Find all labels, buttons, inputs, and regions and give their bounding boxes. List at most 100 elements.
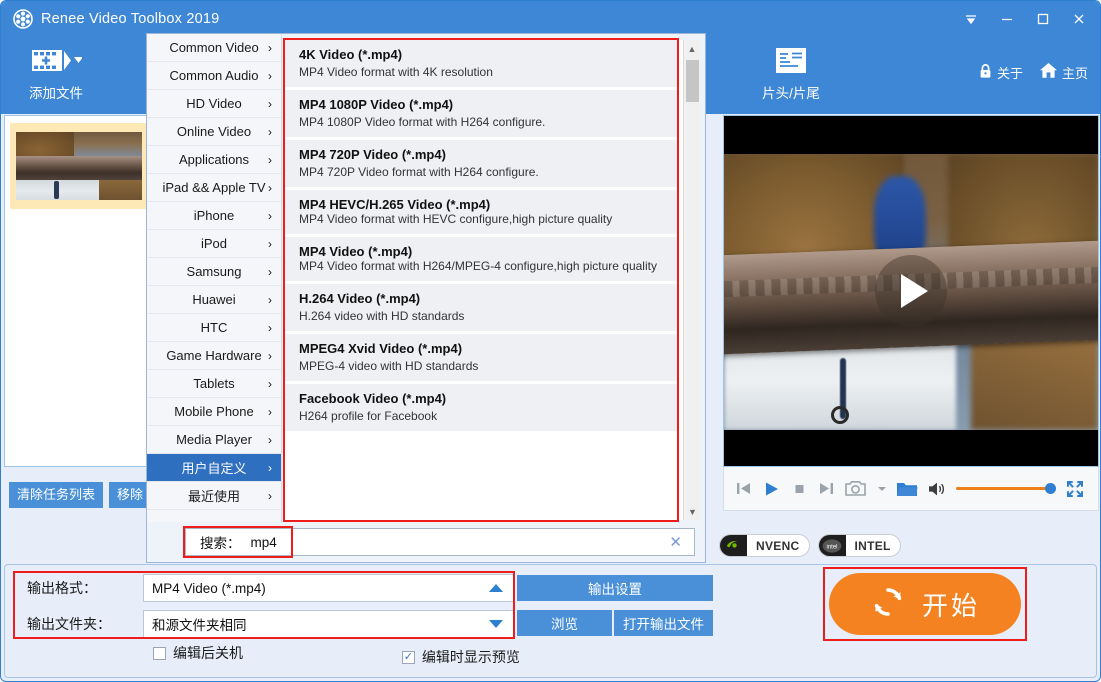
clear-search-icon[interactable]: ✕ [669, 533, 694, 551]
chevron-down-icon[interactable] [489, 620, 503, 628]
category-item[interactable]: Mobile Phone › [147, 398, 281, 426]
output-fields: 输出格式： MP4 Video (*.mp4) 输出文件夹： 和源文件夹相同 [15, 573, 515, 645]
category-item[interactable]: iPhone › [147, 202, 281, 230]
format-item-desc: MP4 1080P Video format with H264 configu… [299, 115, 546, 129]
task-file-list[interactable] [4, 115, 154, 467]
category-item[interactable]: HD Video › [147, 90, 281, 118]
open-output-button[interactable]: 打开输出文件 [614, 610, 713, 636]
category-label: HD Video [186, 96, 242, 111]
chevron-right-icon: › [268, 376, 272, 391]
category-item[interactable]: Game Hardware › [147, 342, 281, 370]
start-button[interactable]: 开始 [829, 573, 1021, 635]
previous-icon[interactable] [734, 479, 753, 498]
format-item[interactable]: 4K Video (*.mp4) MP4 Video format with 4K… [285, 40, 677, 87]
format-item-title: Facebook Video (*.mp4) [299, 391, 447, 406]
checkbox-box[interactable] [153, 646, 166, 660]
scroll-down-icon[interactable]: ▼ [684, 503, 700, 520]
play-icon[interactable] [762, 479, 782, 499]
next-icon[interactable] [817, 479, 836, 498]
output-settings-button[interactable]: 输出设置 [517, 575, 713, 601]
category-item[interactable]: Samsung › [147, 258, 281, 286]
format-item[interactable]: MPEG4 Xvid Video (*.mp4) MPEG-4 video wit… [285, 334, 677, 381]
format-item[interactable]: MP4 HEVC/H.265 Video (*.mp4) MP4 Video fo… [285, 190, 677, 234]
category-item[interactable]: Media Player › [147, 426, 281, 454]
video-preview[interactable] [723, 115, 1099, 467]
play-overlay-button[interactable] [875, 255, 947, 327]
add-files-button[interactable]: 添加文件 [1, 42, 111, 102]
chevron-up-icon[interactable] [489, 584, 503, 592]
chevron-right-icon: › [268, 68, 272, 83]
format-dropdown[interactable]: Common Video › Common Audio › HD Video › Onlin… [146, 33, 706, 563]
format-item[interactable]: Facebook Video (*.mp4) H264 profile for F… [285, 384, 677, 431]
format-search-bar[interactable]: 搜索： mp4 ✕ [185, 528, 695, 556]
intel-badge[interactable]: intel INTEL [817, 534, 901, 557]
volume-slider[interactable] [956, 483, 1056, 495]
shutdown-after-checkbox[interactable]: 编辑后关机 [153, 643, 243, 663]
category-item[interactable]: Applications › [147, 146, 281, 174]
volume-track [956, 487, 1056, 490]
lock-icon [978, 63, 993, 82]
snapshot-icon[interactable] [845, 479, 868, 498]
output-format-select[interactable]: MP4 Video (*.mp4) [143, 574, 515, 602]
chevron-right-icon: › [268, 264, 272, 279]
menu-down-button[interactable] [954, 2, 988, 36]
format-item-title: MP4 1080P Video (*.mp4) [299, 97, 454, 112]
list-item[interactable] [10, 123, 148, 209]
task-list-actions: 清除任务列表 移除 [9, 482, 152, 508]
category-item[interactable]: 最近使用 › [147, 482, 281, 510]
format-list[interactable]: 4K Video (*.mp4) MP4 Video format with 4K… [285, 40, 677, 520]
category-item[interactable]: 用户自定义 › [147, 454, 281, 482]
category-item[interactable]: Huawei › [147, 286, 281, 314]
category-item[interactable]: Common Audio › [147, 62, 281, 90]
title-bar: Renee Video Toolbox 2019 [1, 1, 1100, 36]
format-item-title: MPEG4 Xvid Video (*.mp4) [299, 341, 463, 356]
category-item[interactable]: iPod › [147, 230, 281, 258]
volume-icon[interactable] [927, 480, 947, 498]
browse-button[interactable]: 浏览 [517, 610, 612, 636]
clear-task-list-button[interactable]: 清除任务列表 [9, 482, 104, 508]
about-link[interactable]: 关于 [978, 63, 1023, 82]
video-thumbnail [16, 132, 142, 200]
chevron-right-icon: › [268, 348, 272, 363]
checkbox-box[interactable] [401, 650, 415, 664]
home-link[interactable]: 主页 [1039, 62, 1088, 82]
format-list-panel[interactable]: 4K Video (*.mp4) MP4 Video format with 4K… [285, 40, 700, 520]
fullscreen-icon[interactable] [1065, 479, 1085, 499]
output-folder-row: 输出文件夹： 和源文件夹相同 [15, 609, 515, 639]
output-format-label: 输出格式： [27, 580, 97, 596]
nvenc-badge[interactable]: NVENC [719, 534, 810, 557]
category-item[interactable]: Online Video › [147, 118, 281, 146]
open-folder-icon[interactable] [896, 480, 918, 498]
category-item[interactable]: HTC › [147, 314, 281, 342]
snapshot-dropdown-icon[interactable] [877, 484, 887, 494]
category-item[interactable]: Common Video › [147, 34, 281, 62]
output-action-buttons: 输出设置 浏览 打开输出文件 [517, 575, 713, 636]
stop-icon[interactable] [791, 480, 808, 497]
remove-task-button[interactable]: 移除 [109, 482, 152, 508]
show-preview-checkbox[interactable]: 编辑时显示预览 [401, 647, 520, 667]
format-item[interactable]: MP4 1080P Video (*.mp4) MP4 1080P Video f… [285, 90, 677, 137]
format-item[interactable]: MP4 Video (*.mp4) MP4 Video format with H… [285, 237, 677, 281]
volume-knob[interactable] [1045, 483, 1056, 494]
scroll-up-icon[interactable]: ▲ [684, 40, 700, 57]
format-category-menu[interactable]: Common Video › Common Audio › HD Video › Onlin… [147, 34, 282, 522]
intro-outro-button[interactable]: 片头/片尾 [736, 42, 846, 102]
category-item[interactable]: Tablets › [147, 370, 281, 398]
chevron-right-icon: › [268, 96, 272, 111]
category-item[interactable]: iPad && Apple TV › [147, 174, 281, 202]
format-list-scrollbar[interactable]: ▲ ▼ [683, 40, 700, 520]
format-item[interactable]: H.264 Video (*.mp4) H.264 video with HD s… [285, 284, 677, 331]
player-controls [723, 467, 1099, 511]
chevron-right-icon: › [268, 236, 272, 251]
close-button[interactable] [1062, 2, 1096, 36]
category-label: Game Hardware [166, 348, 262, 363]
shutdown-after-label: 编辑后关机 [173, 645, 243, 661]
output-folder-value: 和源文件夹相同 [152, 618, 247, 633]
format-item[interactable]: MP4 720P Video (*.mp4) MP4 720P Video for… [285, 140, 677, 187]
home-icon [1039, 62, 1058, 82]
search-input[interactable]: mp4 [251, 535, 670, 550]
minimize-button[interactable] [990, 2, 1024, 36]
maximize-button[interactable] [1026, 2, 1060, 36]
output-folder-select[interactable]: 和源文件夹相同 [143, 610, 515, 638]
scroll-thumb[interactable] [686, 60, 699, 102]
